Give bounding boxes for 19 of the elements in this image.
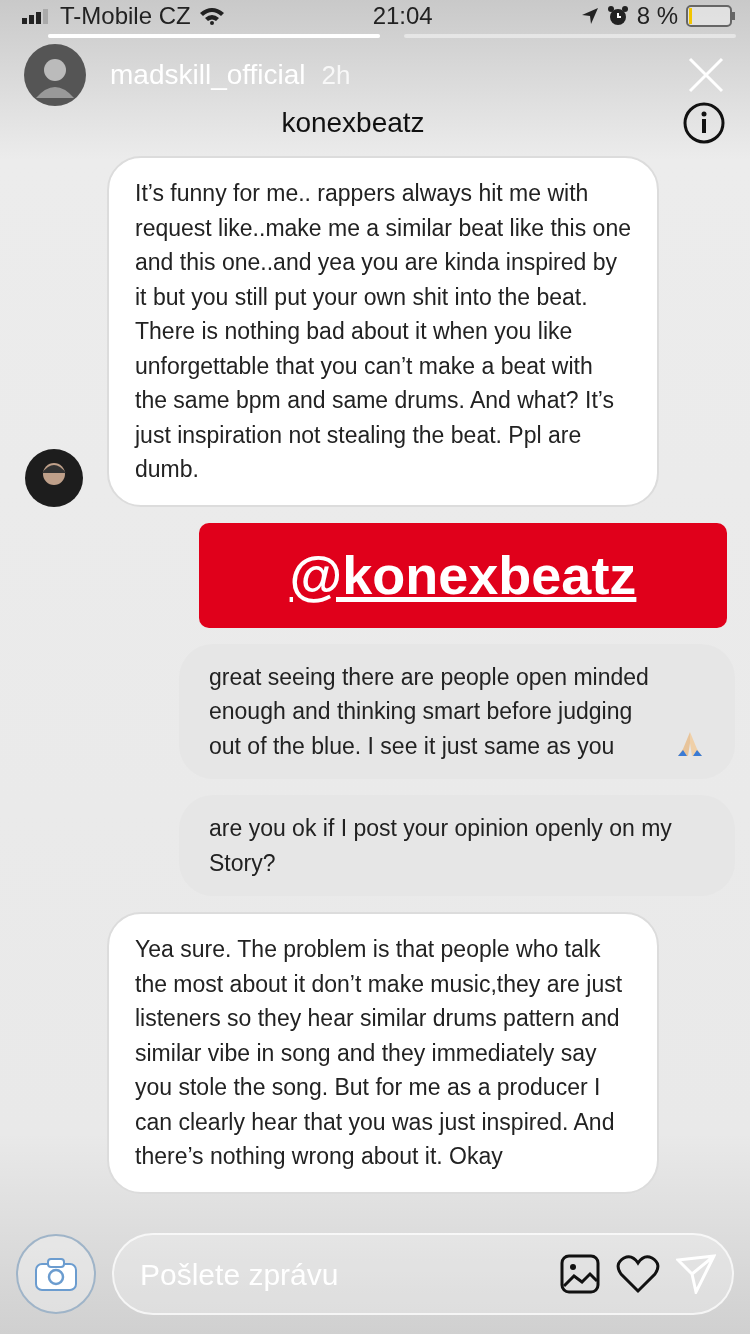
gallery-icon[interactable] [560, 1254, 600, 1294]
location-arrow-icon [580, 7, 599, 25]
carrier-name: T-Mobile CZ [60, 1, 191, 31]
battery-icon [686, 4, 736, 28]
message-bubble: Yea sure. The problem is that people who talk the most about it don’t make music,they are just listeners so they hear similar drums pattern and similar vibe in song and they immediately say you stole the song. But for me as a producer I can clearly hear that you was just inspired. And there’s nothing wrong about it. Okay [107, 912, 659, 1194]
wifi-icon [198, 7, 225, 25]
clock-time: 21:04 [372, 2, 433, 29]
message-bubble: It’s funny for me.. rappers always hit me with request like..make me a similar beat like this one and this one..and yea you are kinda inspired by it but you still put your own shit into the beat. There is nothing bad about it when you like unforgettable that you can’t make a beat with the same bpm and same drums. And what? It’s just inspiration not stealing the beat. Ppl are dumb. [107, 156, 659, 507]
chat-title: konexbeatz [281, 106, 425, 140]
mention-sticker[interactable]: @konexbeatz [199, 522, 727, 628]
info-icon[interactable] [682, 101, 726, 145]
mention-text: @konexbeatz [289, 544, 637, 605]
camera-icon [34, 1256, 78, 1292]
heart-icon[interactable] [616, 1254, 660, 1294]
message-bubble: are you ok if I post your opinion openly on my Story? [179, 795, 735, 896]
alarm-clock-icon [606, 5, 629, 27]
battery-percent: 8 % [636, 1, 678, 31]
message-text: great seeing there are people open minded enough and thinking smart before judging out of the blue. I see it just same as you [209, 662, 650, 761]
user-avatar[interactable] [24, 44, 86, 106]
